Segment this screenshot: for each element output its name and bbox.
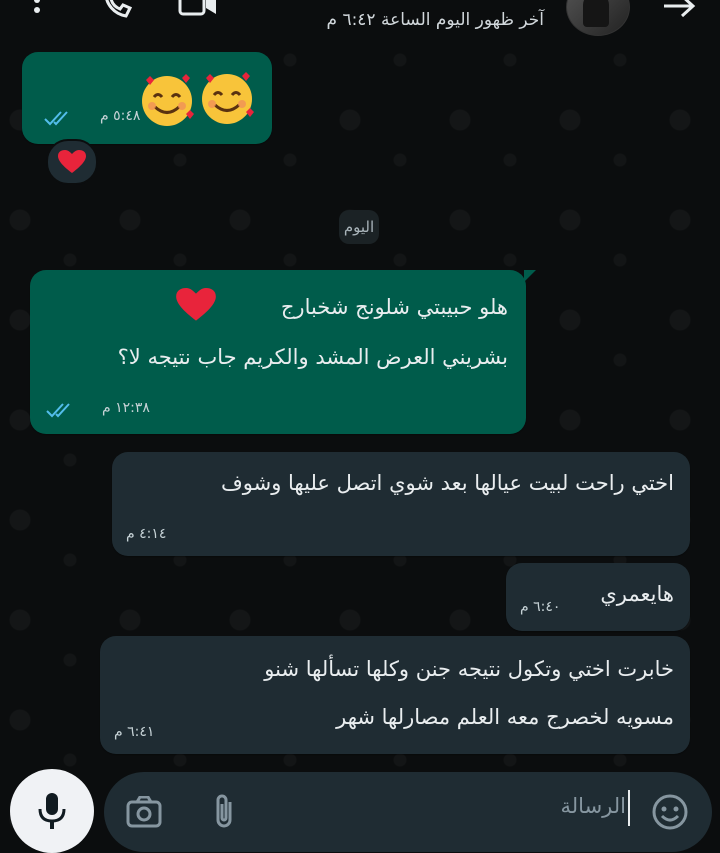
- text-cursor: [628, 790, 630, 826]
- read-receipt-icon: [44, 110, 74, 130]
- reaction-badge[interactable]: [46, 139, 98, 185]
- red-heart-icon: [58, 150, 86, 173]
- attach-icon[interactable]: [212, 792, 236, 836]
- sticker-icon[interactable]: [652, 794, 688, 834]
- message-bubble-incoming[interactable]: هايعمري ٦:٤٠ م: [506, 563, 690, 631]
- smiling-face-with-hearts-icon: [198, 68, 256, 130]
- red-heart-icon: [176, 288, 216, 326]
- message-text: اختي راحت لبيت عيالها بعد شوي اتصل عليها…: [221, 471, 674, 495]
- message-time: ٤:١٤ م: [126, 526, 167, 542]
- message-time: ٦:٤١ م: [114, 724, 155, 740]
- message-text: هلو حبيبتي شلونج شخبارج: [280, 295, 508, 319]
- read-receipt-icon: [46, 402, 76, 422]
- message-input-bar[interactable]: الرسالة: [104, 772, 712, 852]
- contact-avatar[interactable]: [566, 0, 630, 36]
- smiling-face-with-hearts-icon: [138, 70, 196, 132]
- video-call-icon[interactable]: [178, 0, 218, 24]
- last-seen-status: آخر ظهور اليوم الساعة ٦:٤٢ م: [326, 10, 545, 30]
- message-time: ١٢:٣٨ م: [102, 400, 150, 416]
- microphone-icon: [38, 793, 66, 829]
- camera-icon[interactable]: [126, 795, 162, 832]
- more-options-icon[interactable]: [30, 0, 44, 25]
- message-bubble-incoming[interactable]: خابرت اختي وتكول نتيجه جنن وكلها تسألها …: [100, 636, 690, 754]
- message-bubble-outgoing[interactable]: هلو حبيبتي شلونج شخبارج بشريني العرض الم…: [30, 270, 536, 434]
- message-bubble-outgoing[interactable]: ٥:٤٨ م: [22, 52, 272, 144]
- message-time: ٦:٤٠ م: [520, 599, 561, 615]
- message-time: ٥:٤٨ م: [100, 108, 141, 124]
- voice-message-button[interactable]: [10, 769, 94, 853]
- chat-header: آخر ظهور اليوم الساعة ٦:٤٢ م: [0, 0, 720, 52]
- message-text: هايعمري: [600, 582, 674, 606]
- message-bubble-incoming[interactable]: اختي راحت لبيت عيالها بعد شوي اتصل عليها…: [112, 452, 690, 556]
- message-text: خابرت اختي وتكول نتيجه جنن وكلها تسألها …: [264, 657, 674, 681]
- message-text: مسويه لخصرج معه العلم مصارلها شهر: [336, 705, 674, 729]
- message-text: بشريني العرض المشد والكريم جاب نتيجه لا؟: [117, 345, 508, 369]
- back-arrow-icon[interactable]: [662, 0, 696, 24]
- voice-call-icon[interactable]: [100, 0, 133, 24]
- date-separator: اليوم: [339, 210, 379, 244]
- message-input[interactable]: الرسالة: [561, 794, 626, 818]
